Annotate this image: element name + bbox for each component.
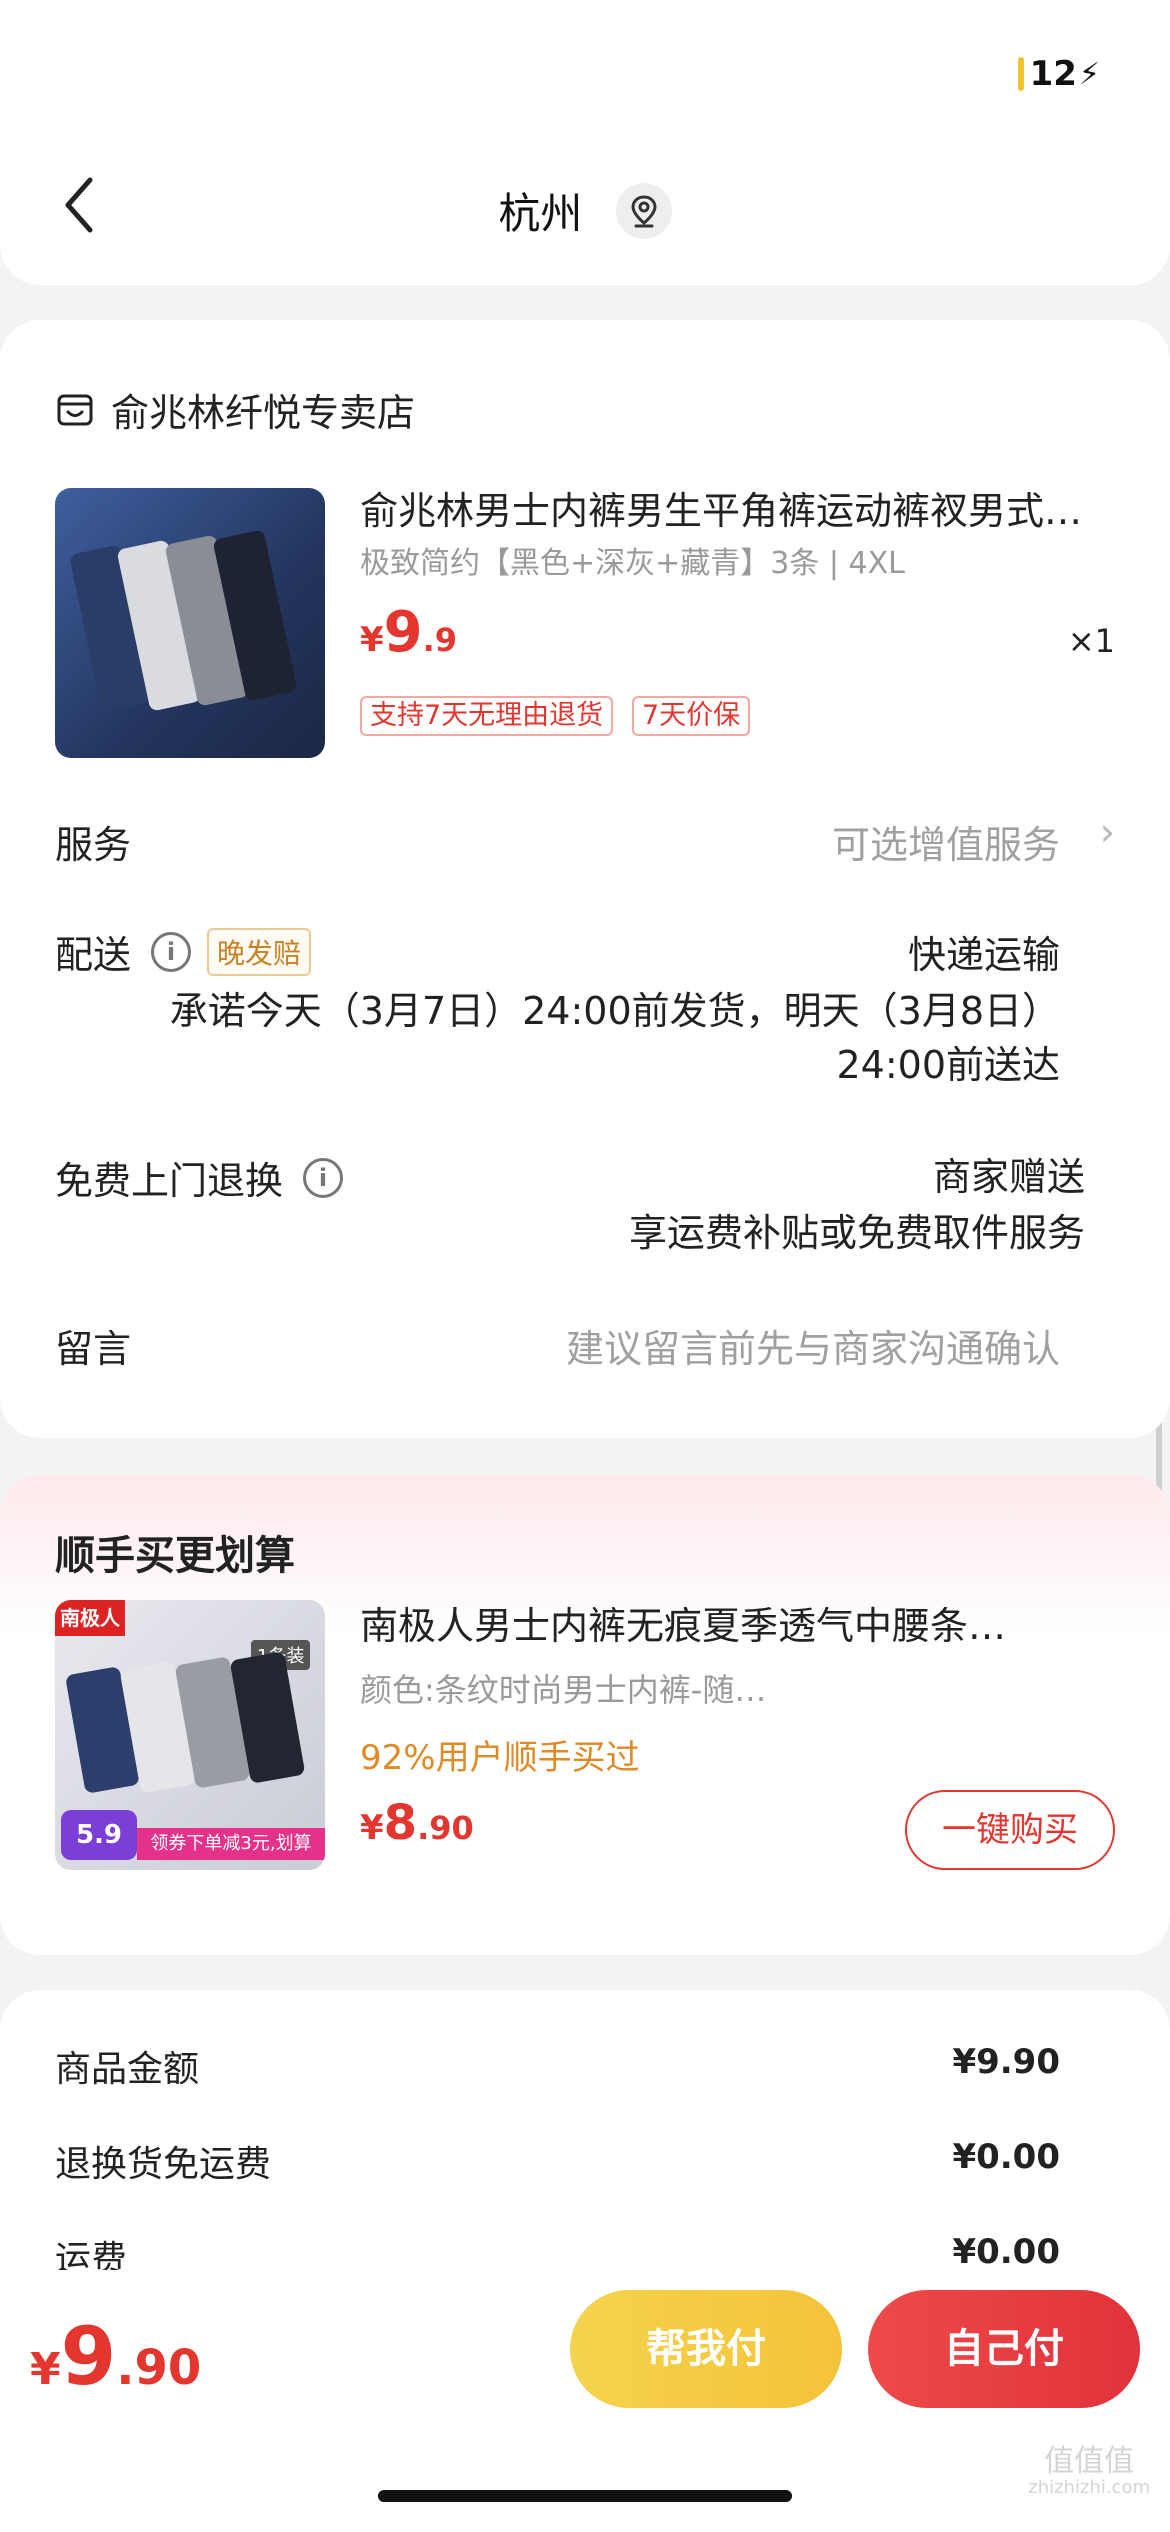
delivery-method[interactable]: 快递运输 <box>908 924 1060 979</box>
battery-indicator: 12 ⚡ <box>1017 54 1100 94</box>
home-indicator[interactable] <box>378 2490 792 2502</box>
summary-value-goods: ¥9.90 <box>952 2042 1060 2082</box>
thumb-coupon-label: 领券下单减3元,划算 <box>137 1828 325 1860</box>
price-integer: 9 <box>383 600 423 665</box>
summary-value-shipping: ¥0.00 <box>952 2232 1060 2272</box>
ask-friend-pay-button[interactable]: 帮我付 <box>570 2290 842 2408</box>
price-integer: 8 <box>383 1795 418 1851</box>
total-integer: 9 <box>60 2310 117 2403</box>
return-label: 免费上门退换 <box>55 1159 284 1203</box>
recommend-product-name[interactable]: 南极人男士内裤无痕夏季透气中腰条… <box>360 1595 1100 1650</box>
shop-name: 俞兆林纤悦专卖店 <box>111 391 416 435</box>
price-decimal: .90 <box>417 1809 474 1847</box>
recommend-percent: 92%用户顺手买过 <box>360 1738 640 1778</box>
info-icon[interactable]: i <box>303 1157 344 1198</box>
return-row-label: 免费上门退换 i <box>55 1150 344 1205</box>
total-decimal: .90 <box>116 2340 202 2396</box>
product-quantity: ×1 <box>1067 622 1115 660</box>
currency-symbol: ¥ <box>30 2344 61 2395</box>
currency-symbol: ¥ <box>360 1808 384 1848</box>
service-label: 服务 <box>55 823 132 867</box>
recommend-card: 顺手买更划算 南极人 1条装 5.9 领券下单减3元,划算 南极人男士内裤无痕夏… <box>0 1475 1170 1955</box>
location-pin-icon[interactable] <box>615 182 672 239</box>
watermark: 值值值 zhizhizhi.com <box>1028 2445 1150 2498</box>
currency-symbol: ¥ <box>360 620 384 660</box>
charging-icon: ⚡ <box>1078 56 1100 92</box>
return-detail: 享运费补贴或免费取件服务 <box>628 1211 1085 1255</box>
tag-price-protect: 7天价保 <box>632 696 751 736</box>
order-item-card: 俞兆林纤悦专卖店 俞兆林男士内裤男生平角裤运动裤衩男式… 极致简约【黑色+深灰+… <box>0 320 1170 1438</box>
watermark-sub: zhizhizhi.com <box>1028 2477 1150 2498</box>
summary-label-return-shipping: 退换货免运费 <box>55 2144 272 2185</box>
delivery-promise-line2: 24:00前送达 <box>836 1043 1060 1087</box>
battery-percentage: 12 <box>1029 54 1077 94</box>
summary-value-return-shipping: ¥0.00 <box>952 2137 1060 2177</box>
info-icon[interactable]: i <box>151 931 192 972</box>
recommend-product-spec: 颜色:条纹时尚男士内裤-随… <box>360 1671 767 1709</box>
shop-icon <box>57 394 93 425</box>
delivery-row-label: 配送 i 晚发赔 <box>55 924 312 979</box>
battery-level-bar <box>1017 57 1024 91</box>
pay-myself-button[interactable]: 自己付 <box>868 2290 1140 2408</box>
one-click-buy-button[interactable]: 一键购买 <box>905 1790 1115 1870</box>
city-name: 杭州 <box>498 189 583 238</box>
note-input[interactable]: 建议留言前先与商家沟通确认 <box>566 1318 1060 1373</box>
late-compensation-badge: 晚发赔 <box>207 927 312 976</box>
shop-header[interactable]: 俞兆林纤悦专卖店 <box>55 382 415 437</box>
chevron-right-icon[interactable]: › <box>1100 810 1115 854</box>
recommend-product-image[interactable]: 南极人 1条装 5.9 领券下单减3元,划算 <box>55 1600 325 1870</box>
recommend-price: ¥8.90 <box>360 1795 474 1851</box>
delivery-promise-line1: 承诺今天（3月7日）24:00前发货，明天（3月8日） <box>169 989 1060 1033</box>
delivery-label: 配送 <box>55 933 132 977</box>
watermark-main: 值值值 <box>1044 2444 1135 2479</box>
product-image[interactable] <box>55 488 325 758</box>
recommend-title: 顺手买更划算 <box>55 1533 295 1579</box>
product-spec[interactable]: 极致简约【黑色+深灰+藏青】3条 | 4XL <box>360 538 905 582</box>
summary-label-goods: 商品金额 <box>55 2049 200 2090</box>
product-price: ¥9.9 <box>360 600 457 665</box>
total-price: ¥9.90 <box>30 2310 201 2403</box>
price-decimal: .9 <box>422 621 458 659</box>
page-title[interactable]: 杭州 <box>0 180 1170 241</box>
product-name[interactable]: 俞兆林男士内裤男生平角裤运动裤衩男式… <box>360 480 1120 535</box>
thumb-price-label: 5.9 <box>61 1810 137 1860</box>
note-label: 留言 <box>55 1327 132 1371</box>
brand-logo-label: 南极人 <box>55 1600 125 1636</box>
tag-7day-return: 支持7天无理由退货 <box>360 696 614 736</box>
top-bar: 12 ⚡ 杭州 <box>0 0 1170 285</box>
service-value[interactable]: 可选增值服务 <box>832 814 1060 869</box>
return-gift: 商家赠送 <box>932 1155 1085 1199</box>
